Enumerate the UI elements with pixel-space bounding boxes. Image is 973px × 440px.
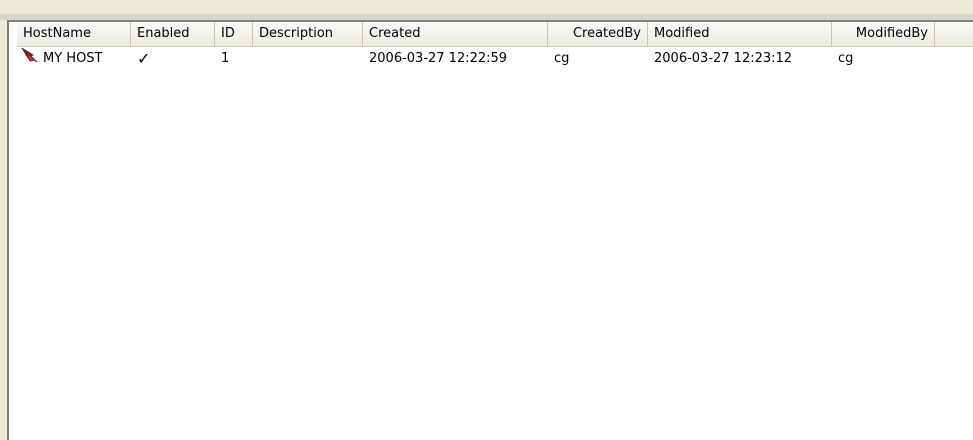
column-header-filler	[935, 22, 973, 46]
cell-description	[253, 48, 363, 70]
column-header-modifiedby[interactable]: ModifiedBy	[832, 22, 935, 46]
cell-modifiedby: cg	[838, 51, 854, 66]
column-header-enabled[interactable]: Enabled	[131, 22, 215, 46]
host-list-view[interactable]: HostName Enabled ID Description Created …	[7, 20, 973, 440]
column-header-description[interactable]: Description	[253, 22, 363, 46]
cell-enabled: ✓	[131, 48, 215, 70]
host-flag-icon	[19, 48, 41, 70]
column-header-hostname[interactable]: HostName	[17, 22, 131, 46]
column-header-created[interactable]: Created	[363, 22, 548, 46]
table-row[interactable]: MY HOST ✓ 1 2006-03-27 12:22:59 cg 2006-…	[17, 48, 935, 70]
column-header-id[interactable]: ID	[215, 22, 253, 46]
column-header-createdby[interactable]: CreatedBy	[548, 22, 648, 46]
cell-modified: 2006-03-27 12:23:12	[654, 51, 793, 66]
cell-createdby: cg	[554, 51, 570, 66]
enabled-check-icon: ✓	[137, 49, 151, 68]
hostname-value: MY HOST	[43, 51, 103, 66]
column-header-bar: HostName Enabled ID Description Created …	[17, 22, 973, 47]
column-header-modified[interactable]: Modified	[648, 22, 832, 46]
cell-hostname[interactable]: MY HOST	[17, 48, 131, 70]
cell-created: 2006-03-27 12:22:59	[369, 51, 508, 66]
cell-id: 1	[221, 51, 230, 66]
